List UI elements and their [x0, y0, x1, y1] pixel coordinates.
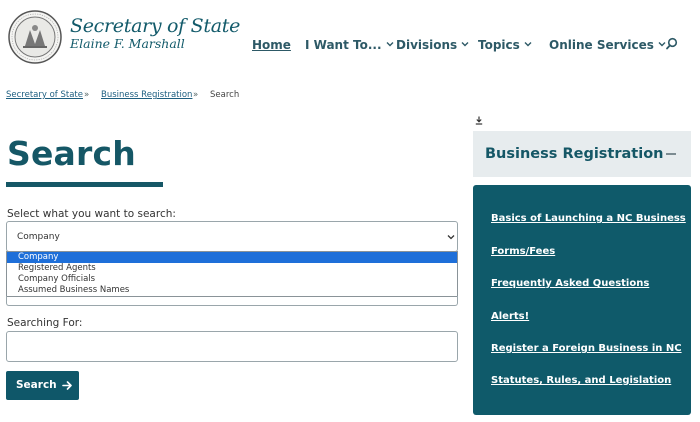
nav-divisions[interactable]: Divisions	[396, 38, 469, 52]
search-icon[interactable]	[665, 37, 679, 51]
site-title[interactable]: Secretary of State	[70, 15, 240, 37]
search-button[interactable]: Search	[6, 371, 79, 400]
option-company[interactable]: Company	[7, 252, 457, 263]
select-value: Company	[17, 232, 60, 242]
nav-i-want-to-label: I Want To...	[305, 38, 382, 52]
sidebar-link-basics[interactable]: Basics of Launching a NC Business	[491, 213, 686, 224]
sidebar-panel: Basics of Launching a NC Business Forms/…	[473, 185, 691, 415]
sidebar-link-forms-fees[interactable]: Forms/Fees	[491, 246, 555, 257]
state-seal-icon[interactable]	[8, 10, 62, 64]
sidebar-header[interactable]: Business Registration	[473, 131, 691, 177]
nav-divisions-label: Divisions	[396, 38, 458, 52]
option-registered-agents[interactable]: Registered Agents	[7, 263, 457, 274]
breadcrumb-separator: »	[193, 90, 199, 100]
nav-online-services-label: Online Services	[549, 38, 654, 52]
chevron-down-icon	[386, 42, 394, 47]
sidebar-link-alerts[interactable]: Alerts!	[491, 311, 529, 322]
site-header: Secretary of State Elaine F. Marshall Ho…	[0, 0, 700, 78]
option-assumed-business-names[interactable]: Assumed Business Names	[7, 285, 457, 296]
select-label: Select what you want to search:	[7, 208, 176, 220]
sidebar-link-statutes[interactable]: Statutes, Rules, and Legislation	[491, 375, 671, 386]
page-title: Search	[7, 134, 136, 173]
nav-online-services[interactable]: Online Services	[549, 38, 666, 52]
arrow-right-icon	[62, 381, 72, 390]
nav-home[interactable]: Home	[252, 38, 291, 52]
sidebar-link-faq[interactable]: Frequently Asked Questions	[491, 278, 649, 289]
nav-topics-label: Topics	[478, 38, 520, 52]
nav-home-label: Home	[252, 38, 291, 52]
nav-topics[interactable]: Topics	[478, 38, 532, 52]
searching-for-label: Searching For:	[7, 317, 83, 329]
option-company-officials[interactable]: Company Officials	[7, 274, 457, 285]
breadcrumb-separator: »	[84, 90, 90, 100]
site-subtitle: Elaine F. Marshall	[70, 36, 185, 51]
chevron-down-icon	[461, 42, 469, 47]
download-icon[interactable]	[475, 116, 483, 125]
search-type-dropdown: Company Registered Agents Company Offici…	[6, 251, 458, 297]
breadcrumb-current: Search	[210, 90, 240, 100]
sidebar-title: Business Registration	[485, 146, 664, 162]
search-type-select[interactable]: Company	[6, 221, 458, 252]
searching-for-input[interactable]	[6, 331, 458, 362]
nav-i-want-to[interactable]: I Want To...	[305, 38, 394, 52]
collapse-icon[interactable]	[666, 153, 676, 155]
search-button-label: Search	[16, 379, 57, 391]
chevron-down-icon	[447, 235, 455, 240]
title-underline	[6, 182, 163, 187]
obscured-field	[6, 296, 458, 306]
breadcrumb-link-secretary-of-state[interactable]: Secretary of State	[6, 90, 83, 100]
sidebar-link-foreign-business[interactable]: Register a Foreign Business in NC	[491, 343, 682, 354]
breadcrumb-link-business-registration[interactable]: Business Registration	[101, 90, 192, 100]
chevron-down-icon	[524, 42, 532, 47]
